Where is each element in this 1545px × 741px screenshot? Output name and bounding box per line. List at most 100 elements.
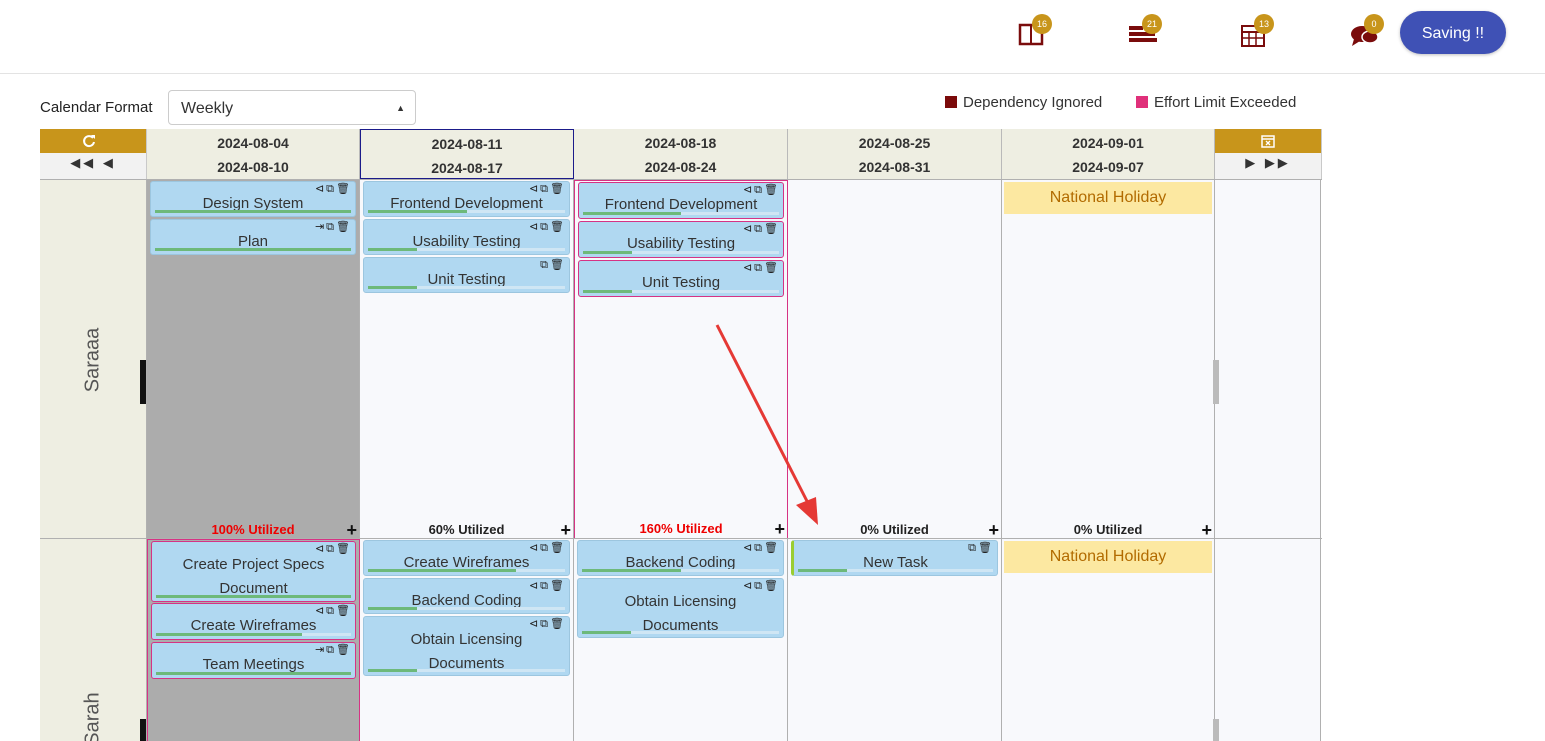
week-cell[interactable]: ⊲⧉🗑 Frontend Development ⊲⧉🗑 Usability T…: [360, 180, 574, 539]
first-page-icon[interactable]: ◀◀: [70, 155, 96, 170]
week-cell[interactable]: ⊲⧉🗑 Create Project Specs Document ⊲⧉🗑 Cr…: [147, 539, 360, 741]
refresh-icon[interactable]: [82, 134, 96, 148]
dependency-icon[interactable]: ⇥: [315, 221, 326, 233]
trash-icon[interactable]: 🗑: [550, 580, 566, 592]
copy-icon[interactable]: ⧉: [754, 223, 764, 235]
task-card[interactable]: ⊲⧉🗑 Backend Coding: [577, 540, 784, 576]
chat-icon[interactable]: 0: [1350, 14, 1384, 48]
dependency-icon[interactable]: ⊲: [529, 221, 540, 233]
copy-icon[interactable]: ⧉: [326, 543, 336, 555]
copy-icon[interactable]: ⧉: [326, 183, 336, 195]
trash-icon[interactable]: 🗑: [764, 580, 780, 592]
trash-icon[interactable]: 🗑: [764, 184, 780, 196]
copy-icon[interactable]: ⧉: [754, 542, 764, 554]
saving-button[interactable]: Saving !!: [1400, 11, 1506, 54]
week-cell[interactable]: National Holiday 0% Utilized +: [1002, 180, 1215, 539]
copy-icon[interactable]: ⧉: [540, 542, 550, 554]
task-card[interactable]: ⊲⧉🗑 Create Wireframes: [363, 540, 570, 576]
task-card[interactable]: ⊲⧉🗑 Obtain Licensing Documents: [577, 578, 784, 638]
copy-icon[interactable]: ⧉: [754, 580, 764, 592]
task-card[interactable]: ⊲⧉🗑 Usability Testing: [578, 221, 784, 258]
trash-icon[interactable]: 🗑: [764, 262, 780, 274]
task-card[interactable]: ⇥⧉🗑 Plan: [150, 219, 356, 255]
trash-icon[interactable]: 🗑: [336, 543, 352, 555]
task-card[interactable]: ⊲⧉🗑 Frontend Development: [578, 182, 784, 219]
dependency-icon[interactable]: ⊲: [529, 580, 540, 592]
trash-icon[interactable]: 🗑: [550, 542, 566, 554]
trash-icon[interactable]: 🗑: [336, 221, 352, 233]
copy-icon[interactable]: ⧉: [540, 221, 550, 233]
dependency-icon[interactable]: ⊲: [743, 184, 754, 196]
task-card[interactable]: ⊲⧉🗑 Create Project Specs Document: [151, 541, 356, 602]
calendar-format-select[interactable]: Weekly ▲: [168, 90, 416, 125]
task-card[interactable]: ⊲⧉🗑 Backend Coding: [363, 578, 570, 614]
copy-icon[interactable]: ⧉: [754, 184, 764, 196]
dependency-icon[interactable]: ⊲: [743, 262, 754, 274]
task-card[interactable]: ⧉🗑 Unit Testing: [363, 257, 570, 293]
legend-swatch-icon: [1136, 96, 1148, 108]
add-task-icon[interactable]: +: [560, 521, 571, 539]
calendar-icon[interactable]: 13: [1240, 14, 1274, 48]
next-page-icon[interactable]: ▶: [1245, 155, 1258, 170]
task-card[interactable]: ⊲⧉🗑 Unit Testing: [578, 260, 784, 297]
week-cell[interactable]: ⊲⧉🗑 Create Wireframes ⊲⧉🗑 Backend Coding…: [360, 539, 574, 741]
add-task-icon[interactable]: +: [988, 521, 999, 539]
dependency-icon[interactable]: ⊲: [529, 618, 540, 630]
dependency-icon[interactable]: ⊲: [743, 223, 754, 235]
resource-row: Saraaa ⊲⧉🗑 Design System ⇥⧉🗑 Plan 100% U…: [40, 179, 1322, 539]
calendar-today-icon[interactable]: [1261, 134, 1275, 148]
task-actions: ⧉🗑: [540, 258, 566, 272]
last-page-icon[interactable]: ▶▶: [1265, 155, 1291, 170]
copy-icon[interactable]: ⧉: [754, 262, 764, 274]
list-icon[interactable]: 21: [1128, 14, 1162, 48]
copy-icon[interactable]: ⧉: [968, 542, 978, 554]
scrollbar-thumb[interactable]: [1213, 360, 1219, 404]
trash-icon[interactable]: 🗑: [550, 183, 566, 195]
task-card[interactable]: ⧉🗑 New Task: [791, 540, 998, 576]
task-card[interactable]: ⊲⧉🗑 Obtain Licensing Documents: [363, 616, 570, 676]
copy-icon[interactable]: ⧉: [326, 221, 336, 233]
trash-icon[interactable]: 🗑: [336, 183, 352, 195]
week-end: 2024-08-31: [858, 159, 931, 175]
week-cell[interactable]: National Holiday: [1002, 539, 1215, 741]
trash-icon[interactable]: 🗑: [336, 605, 352, 617]
copy-icon[interactable]: ⧉: [540, 259, 550, 271]
trash-icon[interactable]: 🗑: [336, 644, 352, 656]
copy-icon[interactable]: ⧉: [326, 644, 336, 656]
schedule-grid: ◀◀ ◀ 2024-08-04 2024-08-10 2024-08-11 2024…: [40, 129, 1322, 741]
add-task-icon[interactable]: +: [1201, 521, 1212, 539]
copy-icon[interactable]: ⧉: [540, 183, 550, 195]
task-card[interactable]: ⊲⧉🗑 Usability Testing: [363, 219, 570, 255]
trash-icon[interactable]: 🗑: [550, 618, 566, 630]
dependency-icon[interactable]: ⊲: [529, 542, 540, 554]
dependency-icon[interactable]: ⊲: [315, 605, 326, 617]
dependency-icon[interactable]: ⊲: [315, 183, 326, 195]
dependency-icon[interactable]: ⊲: [743, 580, 754, 592]
copy-icon[interactable]: ⧉: [326, 605, 336, 617]
task-actions: ⊲⧉🗑: [529, 541, 566, 555]
task-card[interactable]: ⊲⧉🗑 Create Wireframes: [151, 603, 356, 640]
trash-icon[interactable]: 🗑: [764, 223, 780, 235]
scrollbar-thumb[interactable]: [1213, 719, 1219, 741]
week-cell[interactable]: ⧉🗑 New Task: [788, 539, 1002, 741]
prev-page-icon[interactable]: ◀: [103, 155, 116, 170]
add-task-icon[interactable]: +: [346, 521, 357, 539]
task-card[interactable]: ⊲⧉🗑 Frontend Development: [363, 181, 570, 217]
week-cell[interactable]: ⊲⧉🗑 Design System ⇥⧉🗑 Plan 100% Utilized…: [147, 180, 360, 539]
book-icon[interactable]: 16: [1018, 14, 1052, 48]
dependency-icon[interactable]: ⇥: [315, 644, 326, 656]
trash-icon[interactable]: 🗑: [978, 542, 994, 554]
task-card[interactable]: ⊲⧉🗑 Design System: [150, 181, 356, 217]
trash-icon[interactable]: 🗑: [764, 542, 780, 554]
copy-icon[interactable]: ⧉: [540, 618, 550, 630]
copy-icon[interactable]: ⧉: [540, 580, 550, 592]
trash-icon[interactable]: 🗑: [550, 221, 566, 233]
task-progress: [583, 251, 779, 254]
week-end: 2024-09-07: [1072, 159, 1144, 175]
trash-icon[interactable]: 🗑: [550, 259, 566, 271]
task-card[interactable]: ⇥⧉🗑 Team Meetings: [151, 642, 356, 679]
dependency-icon[interactable]: ⊲: [529, 183, 540, 195]
dependency-icon[interactable]: ⊲: [315, 543, 326, 555]
week-cell[interactable]: ⊲⧉🗑 Backend Coding ⊲⧉🗑 Obtain Licensing …: [574, 539, 788, 741]
dependency-icon[interactable]: ⊲: [743, 542, 754, 554]
